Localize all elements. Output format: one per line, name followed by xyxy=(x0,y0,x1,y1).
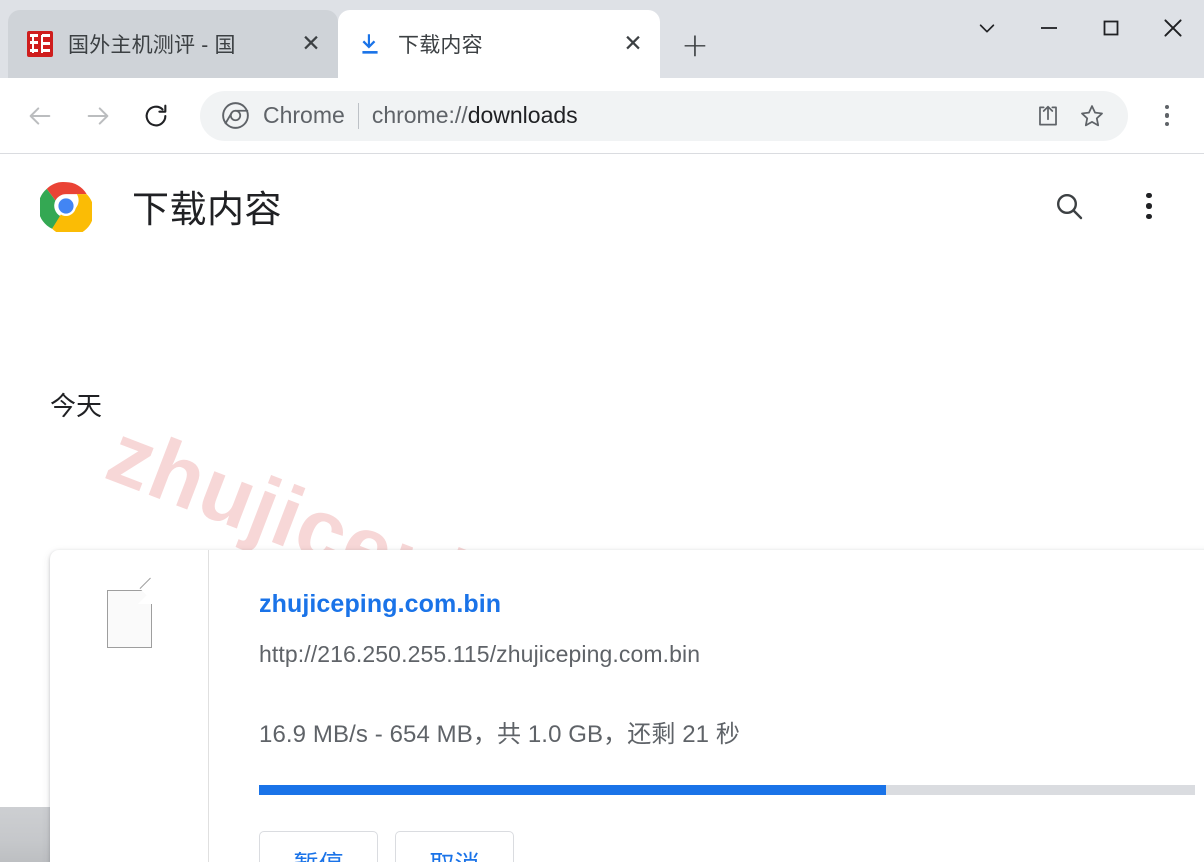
download-progress-bar xyxy=(259,785,1195,795)
three-dot-menu-icon[interactable] xyxy=(1144,93,1190,139)
omnibox-divider xyxy=(357,102,359,129)
browser-window: 国外主机测评 - 国 ✕ 下载内容 ✕ + Chrome chrome://do… xyxy=(0,0,1204,862)
address-bar[interactable]: Chrome chrome://downloads xyxy=(200,90,1128,141)
downloads-page: zhujiceping.com 下载内容 xyxy=(0,154,1204,862)
reload-icon[interactable] xyxy=(130,90,182,142)
download-item-card[interactable]: zhujiceping.com.bin http://216.250.255.1… xyxy=(50,550,1204,862)
date-group-header: 今天 xyxy=(50,391,103,421)
three-dot-menu-icon[interactable] xyxy=(1124,181,1174,231)
tab-downloads[interactable]: 下载内容 ✕ xyxy=(338,10,660,78)
download-file-icon-column xyxy=(50,550,209,862)
download-action-buttons: 暂停 取消 xyxy=(259,831,1204,862)
share-icon[interactable] xyxy=(1028,96,1068,136)
download-status-text: 16.9 MB/s - 654 MB，共 1.0 GB，还剩 21 秒 xyxy=(259,721,740,748)
tab-strip: 国外主机测评 - 国 ✕ 下载内容 ✕ + xyxy=(0,0,1204,78)
new-tab-button[interactable]: + xyxy=(672,21,718,67)
download-icon xyxy=(356,30,384,58)
tab-close-button[interactable]: ✕ xyxy=(294,27,328,61)
download-progress-fill xyxy=(259,785,887,795)
browser-toolbar: Chrome chrome://downloads xyxy=(0,78,1204,154)
red-seal-icon xyxy=(26,30,54,58)
download-source-url: http://216.250.255.115/zhujiceping.com.b… xyxy=(259,641,701,667)
forward-arrow-icon[interactable] xyxy=(72,90,124,142)
omnibox-url-suffix: downloads xyxy=(467,102,578,128)
downloads-header: 下载内容 xyxy=(0,154,1204,258)
tab-title: 国外主机测评 - 国 xyxy=(68,34,236,57)
cancel-button[interactable]: 取消 xyxy=(395,831,514,862)
star-icon[interactable] xyxy=(1072,96,1112,136)
page-title: 下载内容 xyxy=(132,189,282,230)
maximize-icon[interactable] xyxy=(1080,0,1142,56)
pause-button[interactable]: 暂停 xyxy=(259,831,378,862)
download-filename-link[interactable]: zhujiceping.com.bin xyxy=(259,590,1204,619)
omnibox-url[interactable]: chrome://downloads xyxy=(372,102,1024,129)
minimize-icon[interactable] xyxy=(1018,0,1080,56)
generic-file-icon xyxy=(106,577,161,648)
tab-guowai-zhuji[interactable]: 国外主机测评 - 国 ✕ xyxy=(8,10,338,78)
close-icon[interactable] xyxy=(1142,0,1204,56)
tab-search-chevron-down-icon[interactable] xyxy=(956,0,1018,56)
chrome-logo-icon xyxy=(38,180,94,236)
window-caption-buttons xyxy=(956,0,1204,56)
chrome-logo-icon xyxy=(222,102,249,129)
back-arrow-icon[interactable] xyxy=(14,90,66,142)
tab-title: 下载内容 xyxy=(398,34,483,57)
download-details: zhujiceping.com.bin http://216.250.255.1… xyxy=(209,550,1204,862)
search-icon[interactable] xyxy=(1044,181,1094,231)
omnibox-scheme-label: Chrome xyxy=(263,102,345,128)
tab-close-button[interactable]: ✕ xyxy=(616,27,650,61)
omnibox-url-prefix: chrome:// xyxy=(371,102,468,128)
